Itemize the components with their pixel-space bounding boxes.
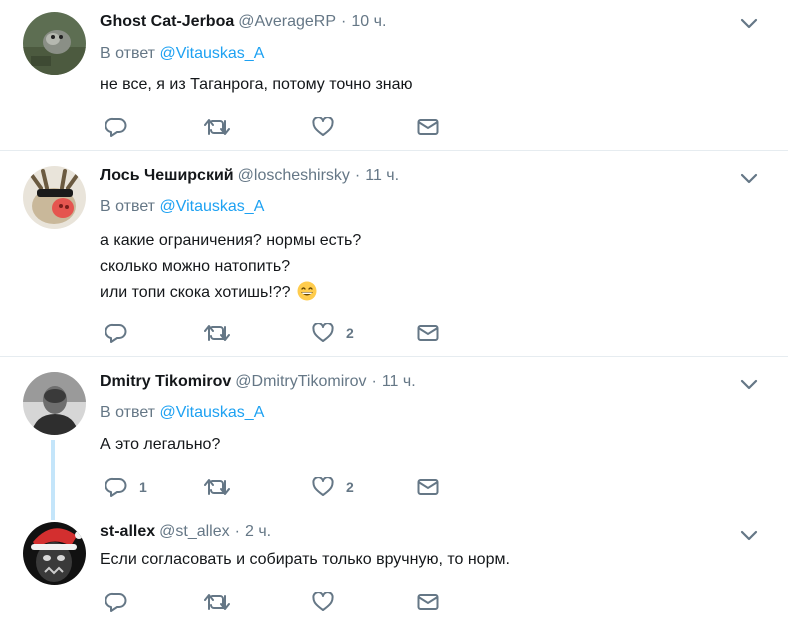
user-handle[interactable]: @st_allex <box>159 523 230 540</box>
like-button[interactable] <box>312 115 334 139</box>
timestamp[interactable]: 2 ч. <box>245 523 271 540</box>
reply-count: 1 <box>139 479 147 495</box>
reply-mention-link[interactable]: @Vitauskas_A <box>159 198 264 215</box>
user-handle[interactable]: @DmitryTikomirov <box>235 373 366 390</box>
reply-button[interactable]: 1 <box>105 475 147 499</box>
envelope-icon <box>417 594 439 610</box>
timestamp[interactable]: 11 ч. <box>365 167 399 184</box>
chevron-down-icon[interactable] <box>740 530 758 542</box>
tweet-3[interactable]: Dmitry Tikomirov @DmitryTikomirov · 11 ч. В… <box>0 357 788 512</box>
reply-prefix: В ответ <box>100 404 156 421</box>
reply-context: В ответ @Vitauskas_A <box>100 403 264 423</box>
like-button[interactable]: 2 <box>312 475 354 499</box>
retweet-icon <box>204 594 230 610</box>
separator-dot: · <box>234 523 240 540</box>
avatar[interactable] <box>23 12 86 75</box>
dm-button[interactable] <box>417 475 439 499</box>
like-count: 2 <box>346 325 354 341</box>
display-name[interactable]: Лось Чеширский <box>100 167 234 184</box>
reply-icon <box>105 117 127 137</box>
like-count: 2 <box>346 479 354 495</box>
tweet-text: а какие ограничения? нормы есть? сколько… <box>100 228 361 306</box>
tweet-text: не все, я из Таганрога, потому точно зна… <box>100 72 413 98</box>
avatar[interactable] <box>23 372 86 435</box>
display-name[interactable]: Ghost Cat-Jerboa <box>100 13 234 30</box>
reply-icon <box>105 323 127 343</box>
heart-icon <box>312 117 334 136</box>
timestamp[interactable]: 10 ч. <box>351 13 386 30</box>
tweet-text-line: сколько можно натопить? <box>100 258 291 275</box>
envelope-icon <box>417 325 439 341</box>
like-button[interactable]: 2 <box>312 321 354 345</box>
envelope-icon <box>417 119 439 135</box>
dm-button[interactable] <box>417 321 439 345</box>
retweet-icon <box>204 479 230 495</box>
tweet-text-line-with-emoji: или топи скока хотишь!?? <box>100 280 361 306</box>
reply-prefix: В ответ <box>100 45 156 62</box>
avatar[interactable] <box>23 522 86 585</box>
tweet-1[interactable]: Ghost Cat-Jerboa @AverageRP · 10 ч. В ответ… <box>0 0 788 150</box>
reply-button[interactable] <box>105 590 127 614</box>
heart-icon <box>312 477 334 496</box>
tweet-text-line: или топи скока хотишь!?? <box>100 284 291 301</box>
reply-icon <box>105 592 127 612</box>
envelope-icon <box>417 479 439 495</box>
grinning-face-emoji <box>297 281 317 301</box>
timestamp[interactable]: 11 ч. <box>382 373 416 390</box>
heart-icon <box>312 323 334 342</box>
retweet-button[interactable] <box>204 475 230 499</box>
retweet-button[interactable] <box>204 321 230 345</box>
chevron-down-icon[interactable] <box>740 173 758 185</box>
reply-button[interactable] <box>105 115 127 139</box>
tweet-2[interactable]: Лось Чеширский @loscheshirsky · 11 ч. В отв… <box>0 151 788 356</box>
tweet-text: Если согласовать и собирать только вручн… <box>100 547 510 573</box>
retweet-button[interactable] <box>204 590 230 614</box>
reply-button[interactable] <box>105 321 127 345</box>
tweet-text-line: А это легально? <box>100 436 221 453</box>
reply-mention-link[interactable]: @Vitauskas_A <box>159 45 264 62</box>
dm-button[interactable] <box>417 115 439 139</box>
retweet-icon <box>204 119 230 135</box>
retweet-icon <box>204 325 230 341</box>
avatar[interactable] <box>23 166 86 229</box>
display-name[interactable]: st-allex <box>100 523 155 540</box>
reply-prefix: В ответ <box>100 198 156 215</box>
separator-dot: · <box>341 13 347 30</box>
heart-icon <box>312 592 334 611</box>
reply-context: В ответ @Vitauskas_A <box>100 197 264 217</box>
separator-dot: · <box>354 167 361 184</box>
chevron-down-icon[interactable] <box>740 379 758 391</box>
reply-mention-link[interactable]: @Vitauskas_A <box>159 404 264 421</box>
display-name[interactable]: Dmitry Tikomirov <box>100 373 231 390</box>
reply-icon <box>105 477 127 497</box>
separator-dot: · <box>371 373 377 390</box>
like-button[interactable] <box>312 590 334 614</box>
reply-context: В ответ @Vitauskas_A <box>100 44 264 64</box>
tweet-4[interactable]: st-allex @st_allex · 2 ч. Если согласовать … <box>0 512 788 621</box>
retweet-button[interactable] <box>204 115 230 139</box>
dm-button[interactable] <box>417 590 439 614</box>
tweet-text: А это легально? <box>100 432 220 458</box>
user-handle[interactable]: @AverageRP <box>238 13 336 30</box>
tweet-text-line: не все, я из Таганрога, потому точно зна… <box>100 76 413 93</box>
chevron-down-icon[interactable] <box>740 18 758 30</box>
user-handle[interactable]: @loscheshirsky <box>238 167 350 184</box>
tweet-text-line: а какие ограничения? нормы есть? <box>100 232 362 249</box>
tweet-text-line: Если согласовать и собирать только вручн… <box>100 551 510 568</box>
